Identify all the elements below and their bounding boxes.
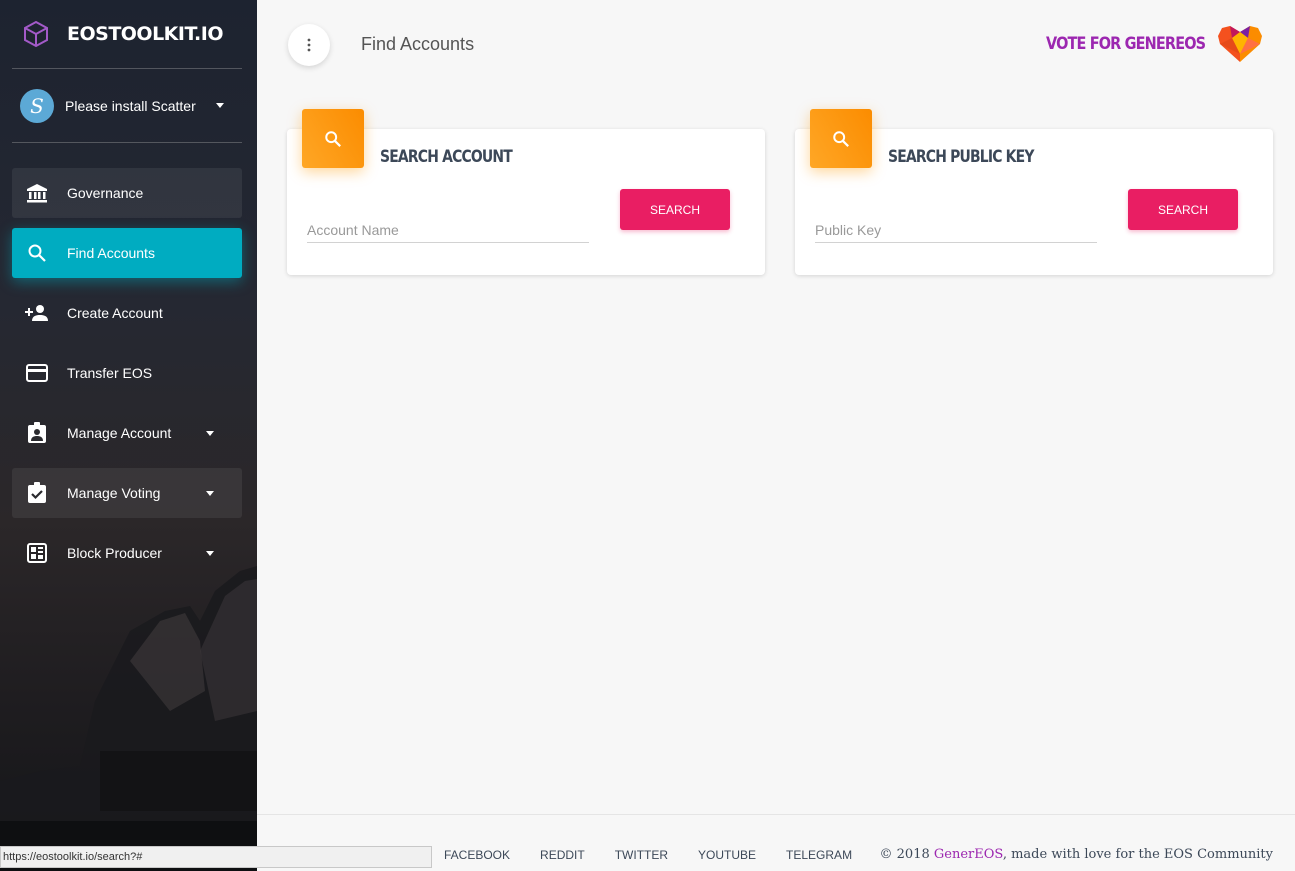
card-title: SEARCH ACCOUNT (380, 147, 513, 167)
genereos-heart-logo-icon[interactable] (1216, 24, 1264, 64)
sidebar-item-label: Block Producer (67, 545, 162, 561)
search-icon (25, 241, 49, 265)
more-vert-icon (307, 38, 311, 52)
brand-header[interactable]: EOSTOOLKIT.IO (12, 0, 242, 69)
sidebar-item-label: Create Account (67, 305, 163, 321)
footer-link-youtube[interactable]: YOUTUBE (698, 848, 756, 862)
search-public-key-button[interactable]: SEARCH (1128, 189, 1238, 230)
search-account-card: SEARCH ACCOUNT SEARCH (287, 109, 765, 275)
sidebar-item-transfer-eos[interactable]: Transfer EOS (12, 348, 242, 398)
sidebar-item-label: Find Accounts (67, 245, 155, 261)
chevron-down-icon (216, 103, 224, 108)
sidebar-item-block-producer[interactable]: Block Producer (12, 528, 242, 578)
search-icon (325, 130, 341, 147)
copyright-suffix: , made with love for the EOS Community (1002, 847, 1273, 862)
search-public-key-icon-badge (810, 109, 872, 168)
sidebar-item-create-account[interactable]: Create Account (12, 288, 242, 338)
genereos-link[interactable]: GenerEOS (934, 847, 1003, 862)
search-public-key-card: SEARCH PUBLIC KEY SEARCH (795, 109, 1273, 275)
browser-status-url: https://eostoolkit.io/search?# (0, 846, 432, 868)
search-account-icon-badge (302, 109, 364, 168)
sidebar-item-manage-account[interactable]: Manage Account (12, 408, 242, 458)
bank-icon (25, 181, 49, 205)
user-label: Please install Scatter (65, 97, 196, 114)
scatter-avatar-icon: S (20, 88, 54, 123)
footer-links: FACEBOOK REDDIT TWITTER YOUTUBE TELEGRAM (444, 848, 882, 862)
more-options-button[interactable] (288, 24, 330, 66)
sidebar-item-label: Manage Voting (67, 485, 161, 501)
credit-card-icon (25, 361, 49, 385)
chevron-down-icon (206, 490, 214, 496)
search-account-button[interactable]: SEARCH (620, 189, 730, 230)
sidebar-item-find-accounts[interactable]: Find Accounts (12, 228, 242, 278)
sidebar-item-label: Governance (67, 185, 144, 201)
footer-link-facebook[interactable]: FACEBOOK (444, 848, 510, 862)
sidebar-item-label: Transfer EOS (67, 365, 153, 381)
chevron-down-icon (206, 430, 214, 436)
sidebar: EOSTOOLKIT.IO S Please install Scatter G… (0, 0, 257, 871)
page-title: Find Accounts (361, 34, 475, 54)
footer-link-telegram[interactable]: TELEGRAM (786, 848, 852, 862)
card-title: SEARCH PUBLIC KEY (888, 147, 1034, 167)
opera-house-backdrop (0, 566, 257, 871)
scatter-user-menu[interactable]: S Please install Scatter (12, 69, 242, 143)
sidebar-item-governance[interactable]: Governance (12, 168, 242, 218)
person-add-icon (25, 301, 49, 325)
footer-link-twitter[interactable]: TWITTER (615, 848, 668, 862)
search-icon (833, 130, 849, 147)
public-key-input[interactable] (815, 217, 1097, 243)
assignment-ind-icon (25, 421, 49, 445)
cube-logo-icon (24, 20, 48, 48)
sidebar-nav: Governance Find Accounts Create Account … (12, 168, 242, 588)
account-name-input[interactable] (307, 217, 589, 243)
sidebar-item-manage-voting[interactable]: Manage Voting (12, 468, 242, 518)
vote-for-genereos-link[interactable]: VOTE FOR GENEREOS (1046, 34, 1206, 54)
sidebar-item-label: Manage Account (67, 425, 172, 441)
copyright-prefix: © 2018 (879, 847, 934, 862)
copyright: © 2018 GenerEOS, made with love for the … (880, 847, 1273, 862)
footer-link-reddit[interactable]: REDDIT (540, 848, 585, 862)
chevron-down-icon (206, 550, 214, 556)
brand-title: EOSTOOLKIT.IO (67, 23, 224, 45)
dashboard-icon (25, 541, 49, 565)
assignment-check-icon (25, 481, 49, 505)
